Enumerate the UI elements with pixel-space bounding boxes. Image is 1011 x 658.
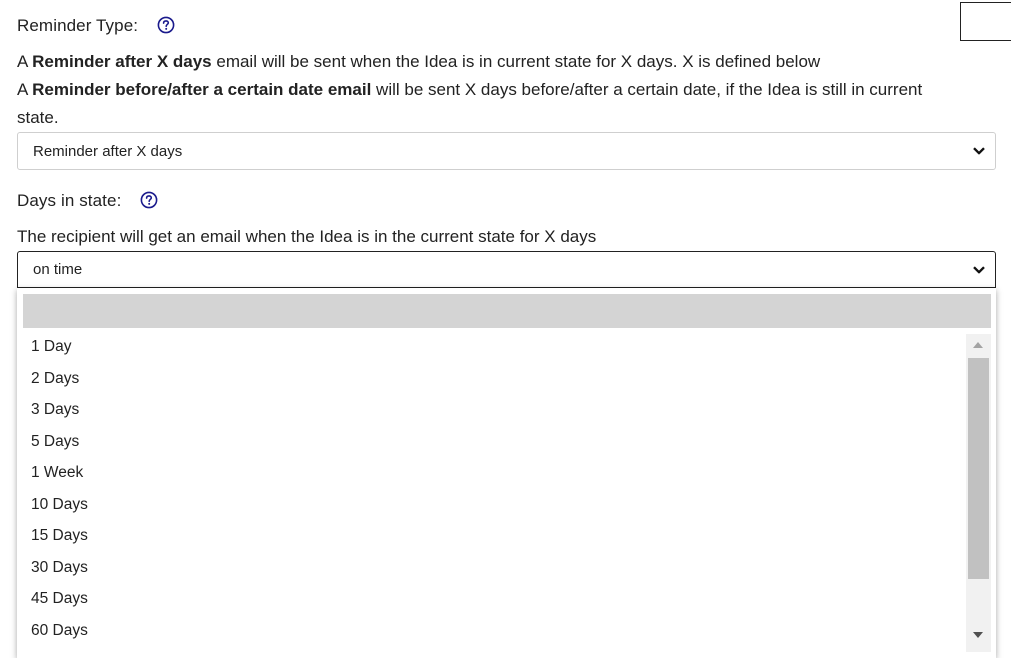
chevron-down-icon	[973, 265, 985, 273]
scroll-down-arrow-icon[interactable]	[973, 632, 983, 638]
dropdown-option[interactable]: 1 Week	[31, 463, 83, 483]
dropdown-option[interactable]: 1 Day	[31, 337, 72, 357]
reminder-type-desc-2: A Reminder before/after a certain date e…	[17, 80, 923, 99]
question-circle-icon[interactable]	[157, 16, 175, 34]
reminder-type-selected: Reminder after X days	[33, 142, 183, 160]
dropdown-option[interactable]: 3 Days	[31, 400, 79, 420]
dropdown-option[interactable]: 2 Days	[31, 369, 79, 389]
days-in-state-label: Days in state:	[17, 191, 122, 210]
reminder-type-desc-2-cont: state.	[17, 108, 59, 127]
dropdown-option[interactable]: 15 Days	[31, 526, 88, 546]
reminder-type-desc-1: A Reminder after X days email will be se…	[17, 52, 821, 71]
days-in-state-select[interactable]: on time	[17, 251, 996, 288]
scroll-up-arrow-icon[interactable]	[973, 342, 983, 348]
dropdown-option[interactable]: 10 Days	[31, 495, 88, 515]
dropdown-option[interactable]: 30 Days	[31, 558, 88, 578]
dropdown-scrollbar[interactable]	[966, 334, 991, 652]
dropdown-option[interactable]: 45 Days	[31, 589, 88, 609]
scrollbar-thumb[interactable]	[968, 358, 989, 579]
question-circle-icon[interactable]	[140, 191, 158, 209]
reminder-type-select[interactable]: Reminder after X days	[17, 132, 996, 170]
days-in-state-selected: on time	[33, 261, 83, 278]
chevron-down-icon	[973, 147, 985, 155]
dropdown-option[interactable]: 5 Days	[31, 432, 79, 452]
reminder-type-label: Reminder Type:	[17, 16, 139, 35]
dropdown-option-blank[interactable]	[23, 294, 991, 328]
days-dropdown-list: 1 Day 2 Days 3 Days 5 Days 1 Week 10 Day…	[17, 288, 996, 658]
dropdown-option[interactable]: 60 Days	[31, 621, 88, 641]
corner-box[interactable]	[960, 2, 1011, 41]
days-in-state-desc: The recipient will get an email when the…	[17, 227, 597, 246]
